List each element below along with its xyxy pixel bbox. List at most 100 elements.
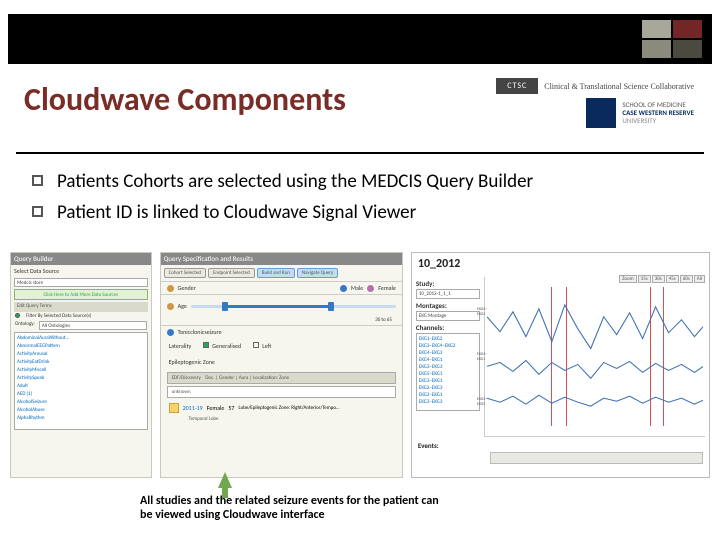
events-track[interactable] xyxy=(490,452,703,464)
ontology-combo[interactable]: All Ontologies xyxy=(39,321,147,330)
ontology-label: Ontology: xyxy=(15,321,35,330)
male-label: Male xyxy=(351,284,363,292)
patient-id: 2011-19 xyxy=(183,404,203,412)
channel-item[interactable]: EKG5–EKG1 xyxy=(419,371,477,378)
channels-label: Channels: xyxy=(416,323,480,332)
channel-item[interactable]: EKG2–EKG1 xyxy=(419,392,477,399)
edf-header: EDF/Discovery Doc. | Gender | Aura | Loc… xyxy=(167,372,396,384)
events-label: Events: xyxy=(412,439,709,452)
radio-on-icon[interactable] xyxy=(15,313,20,318)
age-row: Age xyxy=(161,294,402,317)
laterality-label: Laterality xyxy=(169,342,192,350)
channel-item[interactable]: EKG4–EKG1 xyxy=(419,357,477,364)
patient-age: 57 xyxy=(228,404,234,412)
zoom-button[interactable]: 60s xyxy=(680,275,693,283)
zoom-controls: Zoom 15s 30s 45s 60s All xyxy=(619,275,705,283)
edf-unknown-row: unknown xyxy=(167,386,396,398)
study-label: Study: xyxy=(416,279,480,288)
bullet-item: Patients Cohorts are selected using the … xyxy=(32,170,688,193)
gender-label: Gender xyxy=(178,284,196,292)
edit-terms-section: Edit Query Terms xyxy=(14,302,148,312)
laterality-row: Laterality Generalised Left xyxy=(161,338,402,354)
gen-label: Generalised xyxy=(212,342,241,350)
edf-col: Doc. xyxy=(205,375,214,381)
data-source-combo[interactable]: Medcis store xyxy=(14,278,148,287)
term-list[interactable]: AbdominalAuraWithout… AbnormalEEGPattern… xyxy=(14,332,148,430)
query-spec-tabs: Cohort Selected Endpoint Selected Build … xyxy=(161,265,402,281)
cwru-logo-text: SCHOOL OF MEDICINE CASE WESTERN RESERVE … xyxy=(622,101,694,124)
y-tick: EKG4–EKG5 xyxy=(477,397,481,407)
y-tick: EKG4–EKG3 xyxy=(477,307,481,317)
age-range-text: 30 to 65 xyxy=(161,317,402,325)
channel-item[interactable]: EKG3–EKG1 xyxy=(419,378,477,385)
channel-item[interactable]: EKG1–EKG2 xyxy=(419,336,477,343)
female-icon xyxy=(367,285,374,292)
term-item[interactable]: ActivitySpeak xyxy=(17,375,145,383)
bullet-text: Patient ID is linked to Cloudwave Signal… xyxy=(57,201,416,224)
term-item[interactable]: Adult xyxy=(17,383,145,391)
cwru-logo-mark xyxy=(586,98,616,128)
add-data-source-button[interactable]: Click Here to Add More Data Sources xyxy=(14,289,148,300)
term-item[interactable]: AbdominalAuraWithout… xyxy=(17,335,145,343)
patient-lobe: Lobe/Epileptogenic Zone: Right/Anterior/… xyxy=(238,405,393,411)
term-item[interactable]: AlcoholAbuse xyxy=(17,407,145,415)
study-combo[interactable]: 10_2012-1_1_1 xyxy=(416,289,480,299)
patient-gender: Female xyxy=(207,404,225,412)
slide-top-bar xyxy=(8,14,712,64)
tab-cohort[interactable]: Cohort Selected xyxy=(164,268,206,278)
temporal-lobe-label: Temporal Lobe xyxy=(161,416,402,426)
edf-col: Aura xyxy=(239,375,249,381)
channel-list[interactable]: EKG1–EKG2 EKG3–EKG4–EKG2 EKG4–EKG3 EKG4–… xyxy=(416,333,480,411)
channel-item[interactable]: EKG3–EKG3 xyxy=(419,399,477,406)
edf-title: EDF/Discovery xyxy=(172,375,201,381)
term-item[interactable]: ActivityEatDrink xyxy=(17,359,145,367)
result-row[interactable]: 2011-19 Female 57 Lobe/Epileptogenic Zon… xyxy=(161,400,402,416)
bullet-marker-icon xyxy=(32,175,43,186)
zoom-button[interactable]: 15s xyxy=(638,275,651,283)
term-item[interactable]: ActivityMiscell xyxy=(17,367,145,375)
folder-open-icon[interactable] xyxy=(169,403,179,413)
select-ds-label: Select Data Source xyxy=(11,265,151,277)
tab-navigate[interactable]: Navigate Query xyxy=(297,268,338,278)
channel-item[interactable]: EKG3–EKG3 xyxy=(419,364,477,371)
signal-sidebar: Study: 10_2012-1_1_1 Montages: EKG Monta… xyxy=(412,275,484,439)
tab-build-run[interactable]: Build and Run xyxy=(257,268,295,278)
query-builder-header: Query Builder xyxy=(11,253,151,265)
signal-traces xyxy=(487,287,703,426)
caption-text: All studies and the related seizure even… xyxy=(140,494,440,523)
slide: Cloudwave Components CTSC Clinical & Tra… xyxy=(0,0,720,540)
signal-viewer-panel: 10_2012 Study: 10_2012-1_1_1 Montages: E… xyxy=(411,252,710,478)
edf-col: Localization: Zone xyxy=(253,375,289,381)
channel-item[interactable]: EKG3–EKG4–EKG2 xyxy=(419,343,477,350)
term-item[interactable]: AbnormalEEGPattern xyxy=(17,343,145,351)
slide-title: Cloudwave Components xyxy=(24,80,346,119)
signal-plot[interactable]: Zoom 15s 30s 45s 60s All xyxy=(484,277,705,437)
filter-label: Filter By Selected Data Source(s) xyxy=(26,313,91,319)
zoom-label: Zoom xyxy=(619,275,637,283)
age-label: Age xyxy=(178,302,187,310)
montages-combo[interactable]: EKG Montage xyxy=(416,311,480,321)
edf-col: Gender xyxy=(219,375,234,381)
person-icon xyxy=(167,285,174,292)
signal-title: 10_2012 xyxy=(412,253,709,275)
checkbox-on-icon[interactable] xyxy=(203,342,209,348)
ctsc-logo-text: Clinical & Translational Science Collabo… xyxy=(544,82,694,91)
term-item[interactable]: AlphaRhythm xyxy=(17,415,145,423)
bullet-item: Patient ID is linked to Cloudwave Signal… xyxy=(32,201,688,224)
channel-item[interactable]: EKG2–EKG3 xyxy=(419,385,477,392)
bullet-list: Patients Cohorts are selected using the … xyxy=(32,170,688,232)
zoom-button[interactable]: 30s xyxy=(652,275,665,283)
zoom-button[interactable]: 45s xyxy=(666,275,679,283)
female-label: Female xyxy=(378,284,396,292)
checkbox-icon[interactable] xyxy=(253,342,259,348)
term-item[interactable]: ActivityArousal xyxy=(17,351,145,359)
zoom-button[interactable]: All xyxy=(694,275,705,283)
age-slider[interactable] xyxy=(191,297,396,315)
left-label: Left xyxy=(262,342,271,350)
term-item[interactable]: AED (1) xyxy=(17,391,145,399)
tab-endpoint[interactable]: Endpoint Selected xyxy=(208,268,255,278)
term-item[interactable]: AlcoholSeizure xyxy=(17,399,145,407)
channel-item[interactable]: EKG4–EKG3 xyxy=(419,350,477,357)
green-arrow-icon xyxy=(218,472,232,488)
y-tick: EKG4–EKG1 xyxy=(477,352,481,362)
